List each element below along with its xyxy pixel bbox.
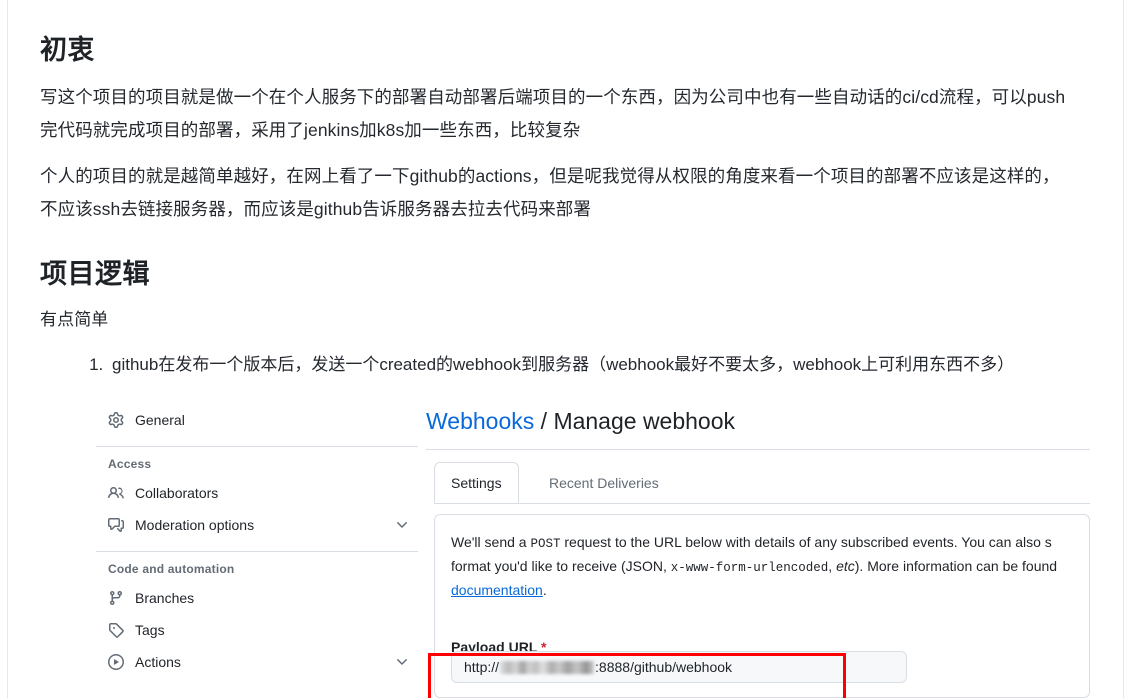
redacted-host-blur [500,660,595,674]
sidebar-item-label: General [135,412,185,428]
payload-url-input[interactable]: http:// :8888/github/webhook [451,651,907,683]
description-line-1: We'll send a POST request to the URL bel… [451,531,1089,555]
nav-divider-1 [96,446,418,447]
description-text: We'll send a [451,534,531,550]
tab-settings[interactable]: Settings [434,462,519,503]
nav-group-access-label: Access [108,457,152,471]
sidebar-item-collaborators[interactable]: Collaborators [96,477,418,509]
webhook-settings-pane: Webhooks / Manage webhook Settings Recen… [426,404,1090,698]
webhook-description: We'll send a POST request to the URL bel… [435,515,1089,601]
description-line-2: format you'd like to receive (JSON, x-ww… [451,555,1089,579]
tab-recent-deliveries[interactable]: Recent Deliveries [532,462,676,503]
payload-url-label: Payload URL * [435,601,1089,655]
description-text: ). More information can be found [854,558,1058,574]
tab-label: Settings [451,474,502,491]
sidebar-item-label: Collaborators [135,485,219,501]
description-text: . [542,582,547,598]
page-title: Webhooks / Manage webhook [426,404,1090,435]
tab-bar-underline [434,503,1090,504]
description-text: format you'd like to receive (JSON, [451,558,671,574]
documentation-link[interactable]: documentation [451,582,543,598]
paragraph-simple: 有点简单 [40,310,109,329]
sidebar-item-general[interactable]: General [96,404,418,436]
chevron-down-icon [394,517,410,533]
page-root: 初衷 写这个项目的项目就是做一个在个人服务下的部署自动部署后端项目的一个东西，因… [0,0,1144,698]
sidebar-item-label: Moderation options [135,517,255,533]
git-branch-icon [108,590,124,606]
nav-divider-2 [96,551,418,552]
tag-icon [108,622,124,638]
description-line-3: documentation. [451,579,1089,601]
settings-panel: We'll send a POST request to the URL bel… [434,514,1090,698]
tab-label: Recent Deliveries [549,474,659,491]
sidebar-item-label: Tags [135,622,165,638]
list-item: github在发布一个版本后，发送一个created的webhook到服务器（w… [108,349,1082,381]
breadcrumb-separator: / [534,408,554,434]
heading-project-logic: 项目逻辑 [40,259,150,289]
sidebar-item-actions[interactable]: Actions [96,646,418,678]
breadcrumb-webhooks-link[interactable]: Webhooks [426,408,534,434]
tab-bar: Settings Recent Deliveries [426,462,1090,504]
paragraph-motivation: 个人的项目的就是越简单越好，在网上看了一下github的actions，但是呢我… [40,166,1060,219]
people-icon [108,485,124,501]
sidebar-item-moderation-options[interactable]: Moderation options [96,509,418,541]
heading-chuzhong: 初衷 [40,35,95,65]
paragraph-intro: 写这个项目的项目就是做一个在个人服务下的部署自动部署后端项目的一个东西，因为公司… [40,87,1066,140]
nav-group-code-label: Code and automation [108,562,235,576]
sidebar-item-label: Branches [135,590,195,606]
left-edge-rule [7,0,8,698]
url-suffix: :8888/github/webhook [595,659,733,675]
breadcrumb-current: Manage webhook [553,408,736,434]
sidebar-item-label: Actions [135,654,181,670]
post-code: POST [530,537,561,551]
ordered-list: github在发布一个版本后，发送一个created的webhook到服务器（w… [82,349,1082,381]
sidebar-item-branches[interactable]: Branches [96,582,418,614]
url-prefix: http:// [464,659,500,675]
gear-icon [108,412,124,428]
urlencoded-code: x-www-form-urlencoded [670,561,829,575]
description-text: request to the URL below with details of… [560,534,1052,550]
title-divider [426,449,1090,450]
repo-settings-nav: General Access Collaborators Moderation … [96,404,418,698]
description-text: , [828,558,837,574]
right-edge-rule [1123,0,1124,698]
play-icon [108,654,124,670]
description-etc: etc [836,558,855,574]
sidebar-item-tags[interactable]: Tags [96,614,418,646]
chevron-down-icon [394,654,410,670]
embedded-screenshot: General Access Collaborators Moderation … [96,404,1090,698]
comment-discussion-icon [108,517,124,533]
